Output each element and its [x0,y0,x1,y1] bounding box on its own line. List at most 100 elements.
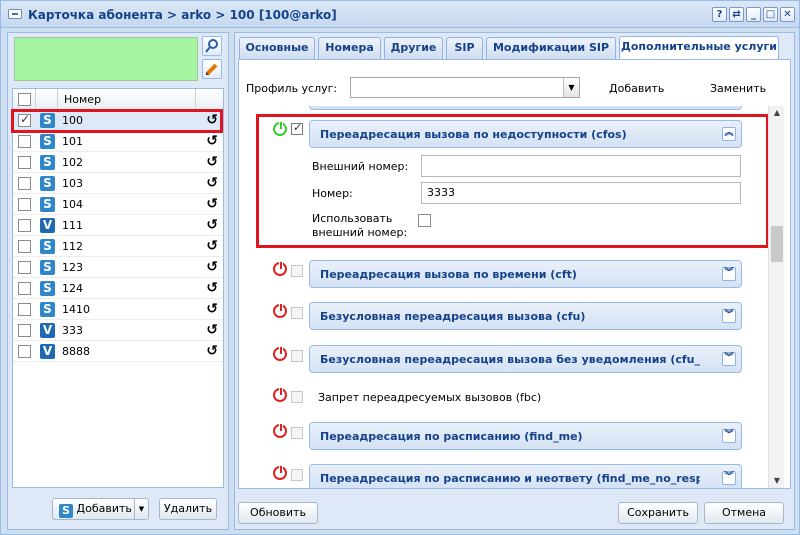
row-checkbox[interactable] [18,135,31,148]
scroll-down-icon[interactable]: ▼ [769,474,785,488]
subscriber-grid: Номер S100↺S101↺S102↺S103↺S104↺V111↺S112… [12,88,224,488]
find-me-no-resp-checkbox[interactable] [291,469,303,481]
history-icon[interactable]: ↺ [206,259,218,275]
row-checkbox[interactable] [18,240,31,253]
table-row[interactable]: S 102 ↺ [13,152,223,173]
row-checkbox[interactable] [18,177,31,190]
expand-icon[interactable]: ︾ [722,267,736,281]
table-row[interactable]: S 104 ↺ [13,194,223,215]
row-checkbox[interactable] [18,282,31,295]
maximize-button[interactable]: □ [763,7,778,22]
select-all-checkbox[interactable] [18,93,31,106]
table-row[interactable]: S 101 ↺ [13,131,223,152]
scroll-up-icon[interactable]: ▲ [769,106,785,120]
save-button[interactable]: Сохранить [618,502,698,524]
history-icon[interactable]: ↺ [206,322,218,338]
selected-row-highlight-frame [11,109,223,133]
tab-additional-services[interactable]: Дополнительные услуги [619,36,779,60]
search-icon [205,39,218,53]
subscriber-type-icon: S [40,176,55,191]
cft-power-icon[interactable] [273,261,287,276]
tab-numbers[interactable]: Номера [318,37,381,59]
history-icon[interactable]: ↺ [206,133,218,149]
find-me-no-resp-title: Переадресация по расписанию и неответу (… [320,472,700,485]
subscriber-type-icon: S [40,155,55,170]
cancel-button[interactable]: Отмена [704,502,784,524]
details-panel: Основные Номера Другие SIP Модификации S… [234,32,795,530]
expand-icon[interactable]: ︾ [722,309,736,323]
find-me-no-resp-section-header[interactable]: Переадресация по расписанию и неответу (… [309,464,742,488]
edit-button[interactable] [202,59,222,79]
vertical-scrollbar[interactable]: ▲ ▼ [768,106,784,488]
profile-replace-button[interactable]: Заменить [710,82,766,95]
add-subscriber-button[interactable]: S Добавить ▼ [52,498,149,520]
find-me-section-header[interactable]: Переадресация по расписанию (find_me) ︾ [309,422,742,450]
row-checkbox[interactable] [18,303,31,316]
add-dropdown-arrow-icon[interactable]: ▼ [134,499,148,519]
subscriber-number: 102 [62,156,83,169]
minimize-button[interactable]: _ [746,7,761,22]
cfu-section-header[interactable]: Безусловная переадресация вызова (cfu) ︾ [309,302,742,330]
profile-add-button[interactable]: Добавить [609,82,664,95]
cfu-typ-power-icon[interactable] [273,346,287,361]
history-icon[interactable]: ↺ [206,280,218,296]
expand-icon[interactable]: ︾ [722,429,736,443]
cfu-typ-section-header[interactable]: Безусловная переадресация вызова без уве… [309,345,742,373]
subscriber-type-icon: V [40,218,55,233]
table-row[interactable]: S 1410 ↺ [13,299,223,320]
swap-button[interactable]: ⇄ [729,7,744,22]
row-checkbox[interactable] [18,345,31,358]
find-me-no-resp-power-icon[interactable] [273,465,287,480]
history-icon[interactable]: ↺ [206,343,218,359]
tab-basic[interactable]: Основные [239,37,315,59]
table-row[interactable]: V 8888 ↺ [13,341,223,362]
history-icon[interactable]: ↺ [206,196,218,212]
close-button[interactable]: ✕ [780,7,795,22]
fbc-checkbox[interactable] [291,391,303,403]
history-icon[interactable]: ↺ [206,217,218,233]
table-row[interactable]: S 103 ↺ [13,173,223,194]
table-row[interactable]: S 124 ↺ [13,278,223,299]
expand-icon[interactable]: ︾ [722,352,736,366]
table-row[interactable]: V 333 ↺ [13,320,223,341]
history-icon[interactable]: ↺ [206,175,218,191]
fbc-power-icon[interactable] [273,387,287,402]
row-checkbox[interactable] [18,198,31,211]
title-bar: Карточка абонента > arko > 100 [100@arko… [1,1,799,28]
search-button[interactable] [202,36,222,56]
delete-subscriber-button[interactable]: Удалить [159,498,217,520]
cft-section-header[interactable]: Переадресация вызова по времени (cft) ︾ [309,260,742,288]
table-row[interactable]: V 111 ↺ [13,215,223,236]
cft-title: Переадресация вызова по времени (cft) [320,268,577,281]
profile-label: Профиль услуг: [246,82,338,95]
row-checkbox[interactable] [18,156,31,169]
history-icon[interactable]: ↺ [206,301,218,317]
row-checkbox[interactable] [18,219,31,232]
tab-sip-modifications[interactable]: Модификации SIP [486,37,616,59]
history-icon[interactable]: ↺ [206,238,218,254]
profile-select[interactable]: ▼ [350,77,580,98]
table-row[interactable]: S 123 ↺ [13,257,223,278]
subscriber-type-icon: S [40,239,55,254]
table-row[interactable]: S 112 ↺ [13,236,223,257]
find-me-checkbox[interactable] [291,427,303,439]
find-me-power-icon[interactable] [273,423,287,438]
cfu-checkbox[interactable] [291,307,303,319]
chevron-down-icon[interactable]: ▼ [563,78,579,97]
expand-icon[interactable]: ︾ [722,471,736,485]
scroll-thumb[interactable] [771,226,783,262]
add-subscriber-label: Добавить [76,502,132,515]
pencil-icon [205,63,218,76]
cft-checkbox[interactable] [291,265,303,277]
tab-other[interactable]: Другие [384,37,443,59]
history-icon[interactable]: ↺ [206,154,218,170]
cfu-typ-title: Безусловная переадресация вызова без уве… [320,353,700,366]
cfu-power-icon[interactable] [273,303,287,318]
help-button[interactable]: ? [712,7,727,22]
subscriber-number: 112 [62,240,83,253]
row-checkbox[interactable] [18,324,31,337]
refresh-button[interactable]: Обновить [238,502,318,524]
tab-sip[interactable]: SIP [446,37,483,59]
row-checkbox[interactable] [18,261,31,274]
cfu-typ-checkbox[interactable] [291,350,303,362]
